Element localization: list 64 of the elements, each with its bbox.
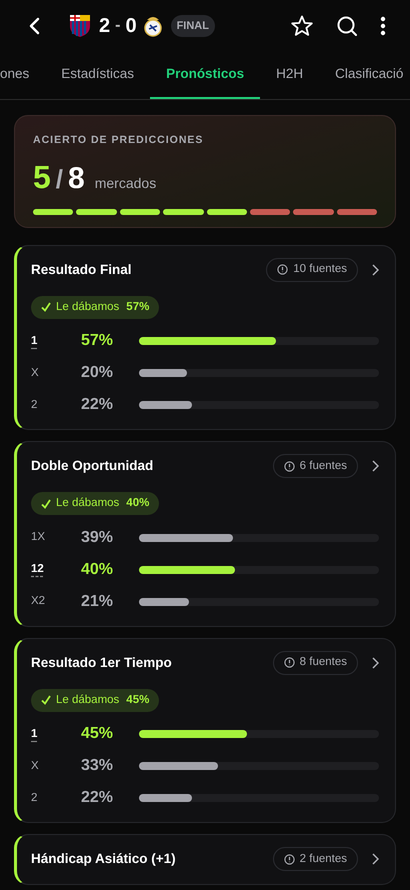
sources-chip[interactable]: 10 fuentes: [266, 258, 358, 282]
hits-count: 5: [33, 158, 51, 197]
outcome-label: 2: [31, 398, 38, 413]
outcome-percent: 22%: [81, 788, 114, 808]
chevron-right-icon[interactable]: [372, 460, 379, 472]
outcome-percent: 20%: [81, 363, 114, 384]
tab[interactable]: H2H: [260, 52, 320, 99]
chevron-right-icon[interactable]: [372, 656, 379, 669]
outcome-percent: 45%: [81, 724, 114, 744]
sources-chip[interactable]: 6 fuentes: [272, 454, 358, 478]
score-separator: -: [115, 16, 120, 36]
check-icon: [41, 302, 51, 312]
verdict-badge: Le dábamos 57%: [31, 296, 160, 319]
search-icon[interactable]: [336, 15, 358, 37]
market-title: Resultado Final: [31, 260, 132, 279]
check-icon: [41, 498, 51, 509]
info-icon: [277, 264, 288, 276]
market-title: Doble Oportunidad: [31, 457, 154, 476]
away-score: 0: [125, 14, 137, 39]
info-icon: [284, 460, 295, 472]
outcome-label: X2: [31, 594, 46, 610]
outcome-percent: 39%: [81, 528, 114, 548]
check-icon: [41, 695, 51, 706]
more-icon[interactable]: [380, 16, 386, 36]
outcome-percent: 21%: [81, 592, 114, 612]
outcome-label: 1: [31, 726, 38, 742]
outcome-label: 1: [31, 334, 38, 349]
outcome-label: 2: [31, 790, 38, 806]
chevron-right-icon[interactable]: [372, 853, 379, 866]
summary-title: ACIERTO DE PREDICCIONES: [33, 133, 204, 148]
outcome-percent: 33%: [81, 756, 114, 776]
market-title: Resultado 1er Tiempo: [31, 654, 172, 672]
verdict-badge: Le dábamos 40%: [31, 492, 160, 516]
back-icon[interactable]: [28, 17, 40, 35]
sources-chip[interactable]: 8 fuentes: [272, 650, 358, 675]
info-icon: [284, 657, 295, 668]
slash: /: [56, 162, 64, 196]
striped-crest-icon: [69, 14, 91, 38]
info-icon: [284, 854, 295, 865]
round-crest-icon: [144, 14, 162, 38]
verdict-badge: Le dábamos 45%: [31, 688, 160, 712]
tab[interactable]: Estadísticas: [45, 52, 150, 99]
outcome-label: X: [31, 758, 40, 774]
chevron-right-icon[interactable]: [372, 264, 379, 276]
market-card[interactable]: Resultado Final 10 fuentes Le dábamos 57% 1 57% X 20% 2 22%: [14, 244, 396, 430]
tab[interactable]: Clasificació: [319, 52, 404, 99]
tab[interactable]: Pronósticos: [150, 52, 260, 99]
star-icon[interactable]: [290, 14, 314, 38]
outcome-percent: 40%: [81, 560, 114, 580]
outcome-percent: 22%: [81, 395, 114, 416]
outcome-label: 1X: [31, 530, 46, 546]
sources-chip[interactable]: 2 fuentes: [272, 847, 358, 872]
tab[interactable]: ones: [0, 52, 46, 99]
market-card[interactable]: Resultado 1er Tiempo 8 fuentes Le dábamos 45% 1 45% X 33% 2 22%: [14, 638, 396, 824]
outcome-percent: 57%: [81, 331, 114, 352]
market-title: Hándicap Asiático (+1): [31, 850, 176, 868]
status-badge: FINAL: [170, 14, 215, 38]
outcome-label: X: [31, 366, 40, 381]
outcome-label: 12: [31, 562, 45, 578]
total-count: 8: [68, 160, 85, 197]
market-card[interactable]: Hándicap Asiático (+1) 2 fuentes: [14, 834, 396, 886]
market-card[interactable]: Doble Oportunidad 6 fuentes Le dábamos 40% 1X 39% 12 40% X2 21%: [14, 441, 396, 627]
home-score: 2: [99, 14, 110, 39]
unit-label: mercados: [94, 174, 156, 193]
